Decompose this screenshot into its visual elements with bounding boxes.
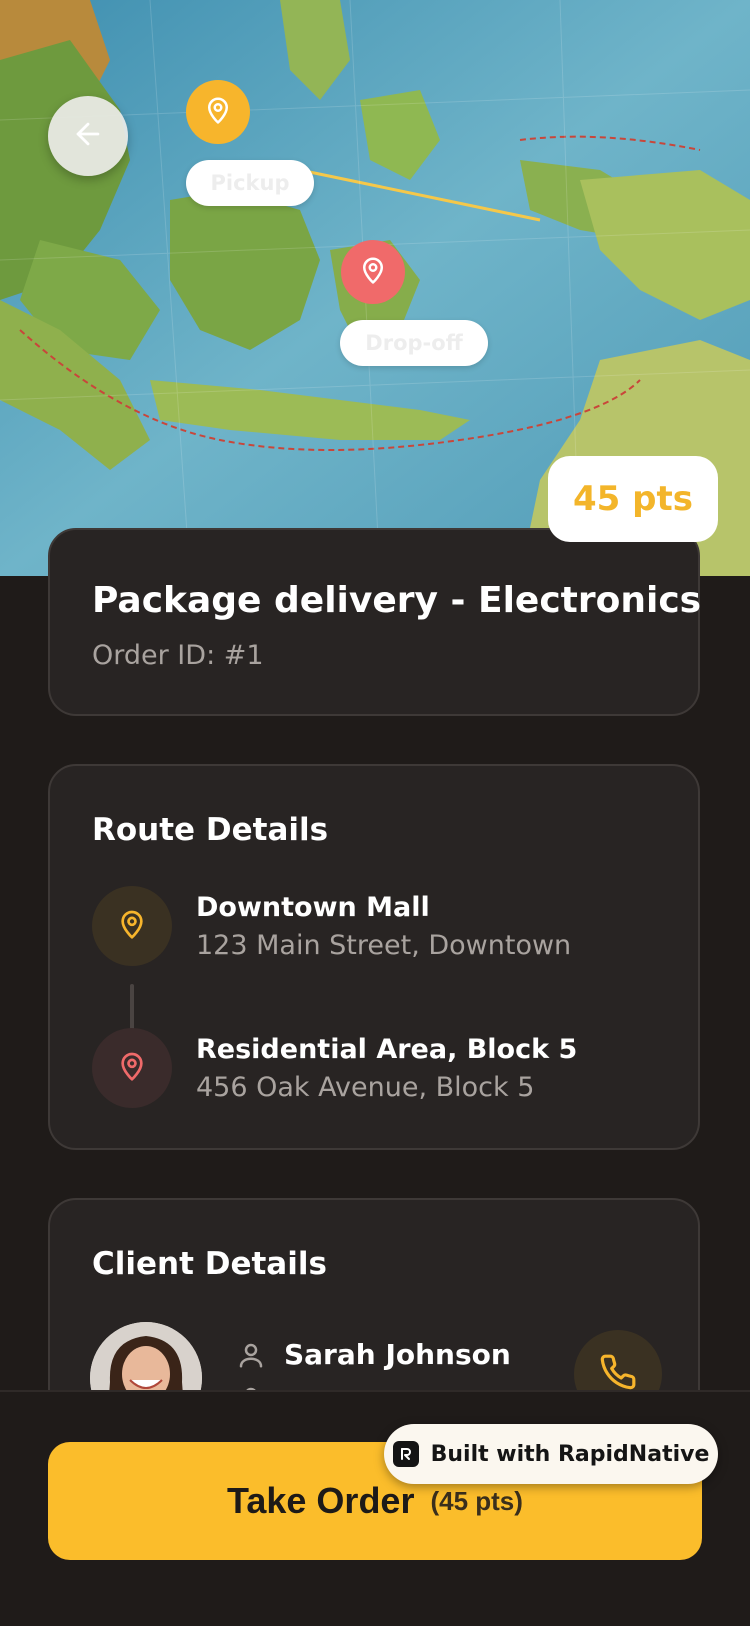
dropoff-marker[interactable] xyxy=(341,240,405,304)
dropoff-name: Residential Area, Block 5 xyxy=(196,1034,578,1065)
map-pin-icon xyxy=(358,255,388,289)
pickup-stop-icon xyxy=(92,886,172,966)
order-id: Order ID: #1 xyxy=(92,640,264,671)
points-badge: 45 pts xyxy=(548,456,718,542)
order-title: Package delivery - Electronics xyxy=(92,580,702,621)
pickup-name: Downtown Mall xyxy=(196,892,430,923)
user-icon xyxy=(236,1340,266,1374)
dropoff-map-label: Drop-off xyxy=(340,320,488,366)
rapidnative-logo-icon xyxy=(392,1441,419,1467)
phone-icon xyxy=(599,1353,637,1395)
back-button[interactable] xyxy=(48,96,128,176)
map-pin-icon xyxy=(116,908,148,944)
map-pin-icon xyxy=(203,95,233,129)
take-order-points: (45 pts) xyxy=(430,1485,523,1516)
pickup-marker[interactable] xyxy=(186,80,250,144)
map-pin-icon xyxy=(116,1050,148,1086)
built-with-badge[interactable]: Built with RapidNative xyxy=(384,1424,718,1484)
order-card: Package delivery - Electronics Order ID:… xyxy=(48,528,702,716)
dropoff-address: 456 Oak Avenue, Block 5 xyxy=(196,1072,535,1103)
arrow-left-icon xyxy=(71,117,105,155)
client-section-title: Client Details xyxy=(92,1246,327,1282)
pickup-address: 123 Main Street, Downtown xyxy=(196,930,572,961)
take-order-label: Take Order xyxy=(227,1480,415,1521)
built-with-text: Built with RapidNative xyxy=(430,1441,710,1467)
client-name: Sarah Johnson xyxy=(284,1338,511,1371)
route-section-title: Route Details xyxy=(92,812,329,848)
route-details-card: Route Details Downtown Mall 123 Main Str… xyxy=(48,764,700,1150)
pickup-map-label: Pickup xyxy=(186,160,314,206)
dropoff-stop-icon xyxy=(92,1028,172,1108)
